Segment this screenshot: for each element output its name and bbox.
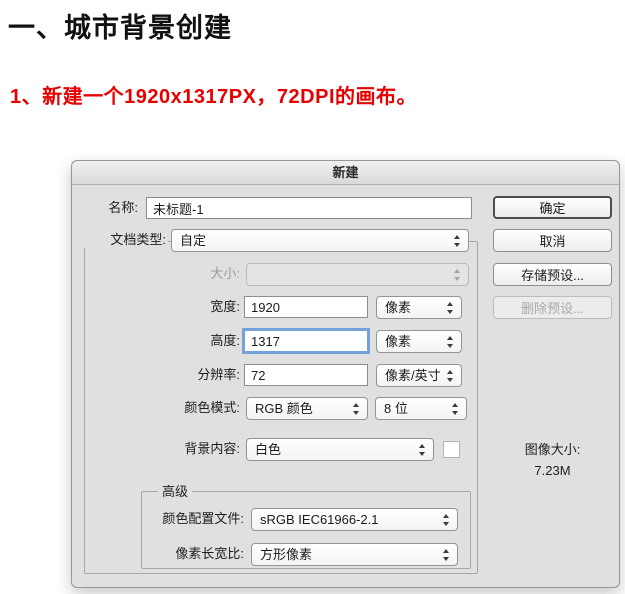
stepper-arrows-icon [443, 513, 450, 526]
resolution-unit-value: 像素/英寸 [385, 368, 441, 383]
stepper-arrows-icon [452, 402, 459, 415]
bit-depth-select[interactable]: 8 位 [375, 397, 467, 420]
name-label: 名称: [108, 200, 138, 215]
background-color-swatch [443, 441, 460, 458]
image-size-value: 7.23M [534, 463, 571, 478]
color-mode-select[interactable]: RGB 颜色 [246, 397, 368, 420]
document-type-label: 文档类型: [72, 232, 168, 248]
stepper-arrows-icon [447, 335, 454, 348]
image-size-label: 图像大小: [524, 442, 581, 457]
color-mode-label: 颜色模式: [184, 400, 240, 415]
stepper-arrows-icon [447, 301, 454, 314]
color-profile-select[interactable]: sRGB IEC61966-2.1 [251, 508, 458, 531]
stepper-arrows-icon [454, 268, 461, 281]
color-mode-value: RGB 颜色 [255, 401, 313, 416]
page-title: 一、城市背景创建 [8, 13, 232, 43]
width-input[interactable] [244, 296, 368, 318]
color-profile-label: 颜色配置文件: [162, 511, 244, 526]
resolution-input[interactable] [244, 364, 368, 386]
stepper-arrows-icon [447, 369, 454, 382]
color-profile-value: sRGB IEC61966-2.1 [260, 512, 379, 527]
width-label: 宽度: [210, 299, 240, 314]
dialog-title: 新建 [332, 165, 359, 180]
pixel-aspect-label: 像素长宽比: [175, 546, 244, 561]
size-select [246, 263, 469, 286]
document-type-value: 自定 [180, 233, 207, 248]
save-preset-button[interactable]: 存储预设... [493, 263, 612, 286]
delete-preset-button: 删除预设... [493, 296, 612, 319]
height-unit-select[interactable]: 像素 [376, 330, 462, 353]
height-label: 高度: [210, 333, 240, 348]
width-unit-select[interactable]: 像素 [376, 296, 462, 319]
cancel-button[interactable]: 取消 [493, 229, 612, 252]
stepper-arrows-icon [443, 548, 450, 561]
bit-depth-value: 8 位 [384, 401, 408, 416]
resolution-unit-select[interactable]: 像素/英寸 [376, 364, 462, 387]
ok-button[interactable]: 确定 [493, 196, 612, 219]
dialog-titlebar[interactable]: 新建 [72, 161, 619, 185]
height-unit-value: 像素 [385, 334, 412, 349]
height-input[interactable] [244, 330, 368, 352]
stepper-arrows-icon [454, 234, 461, 247]
advanced-legend: 高级 [158, 484, 193, 500]
stepper-arrows-icon [419, 443, 426, 456]
resolution-label: 分辨率: [197, 367, 240, 382]
size-label: 大小: [210, 266, 240, 281]
step-instruction: 1、新建一个1920x1317PX，72DPI的画布。 [10, 86, 417, 108]
pixel-aspect-value: 方形像素 [260, 547, 313, 562]
width-unit-value: 像素 [385, 300, 412, 315]
pixel-aspect-select[interactable]: 方形像素 [251, 543, 458, 566]
new-document-dialog: 新建 名称: 文档类型: 自定 大小: 宽度: 像素 高度: 像素 分辨率: 像… [71, 160, 620, 588]
background-contents-select[interactable]: 白色 [246, 438, 434, 461]
background-contents-value: 白色 [255, 442, 282, 457]
background-contents-label: 背景内容: [184, 441, 240, 456]
document-type-select[interactable]: 自定 [171, 229, 469, 252]
name-input[interactable] [146, 197, 472, 219]
stepper-arrows-icon [353, 402, 360, 415]
